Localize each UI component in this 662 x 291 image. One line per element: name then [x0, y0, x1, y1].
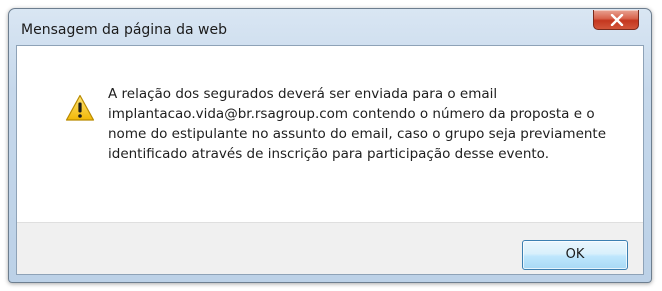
- message-area: A relação dos segurados deverá ser envia…: [17, 46, 643, 222]
- button-bar: OK: [17, 222, 643, 274]
- dialog-body: A relação dos segurados deverá ser envia…: [16, 45, 644, 275]
- close-icon: [610, 14, 624, 26]
- title-bar[interactable]: Mensagem da página da web: [9, 9, 651, 45]
- window-title: Mensagem da página da web: [21, 22, 227, 38]
- dialog-window: Mensagem da página da web A relação dos …: [8, 8, 652, 283]
- ok-button[interactable]: OK: [522, 240, 628, 270]
- dialog-message: A relação dos segurados deverá ser envia…: [108, 86, 607, 162]
- warning-icon: [65, 94, 95, 121]
- close-button[interactable]: [593, 10, 639, 30]
